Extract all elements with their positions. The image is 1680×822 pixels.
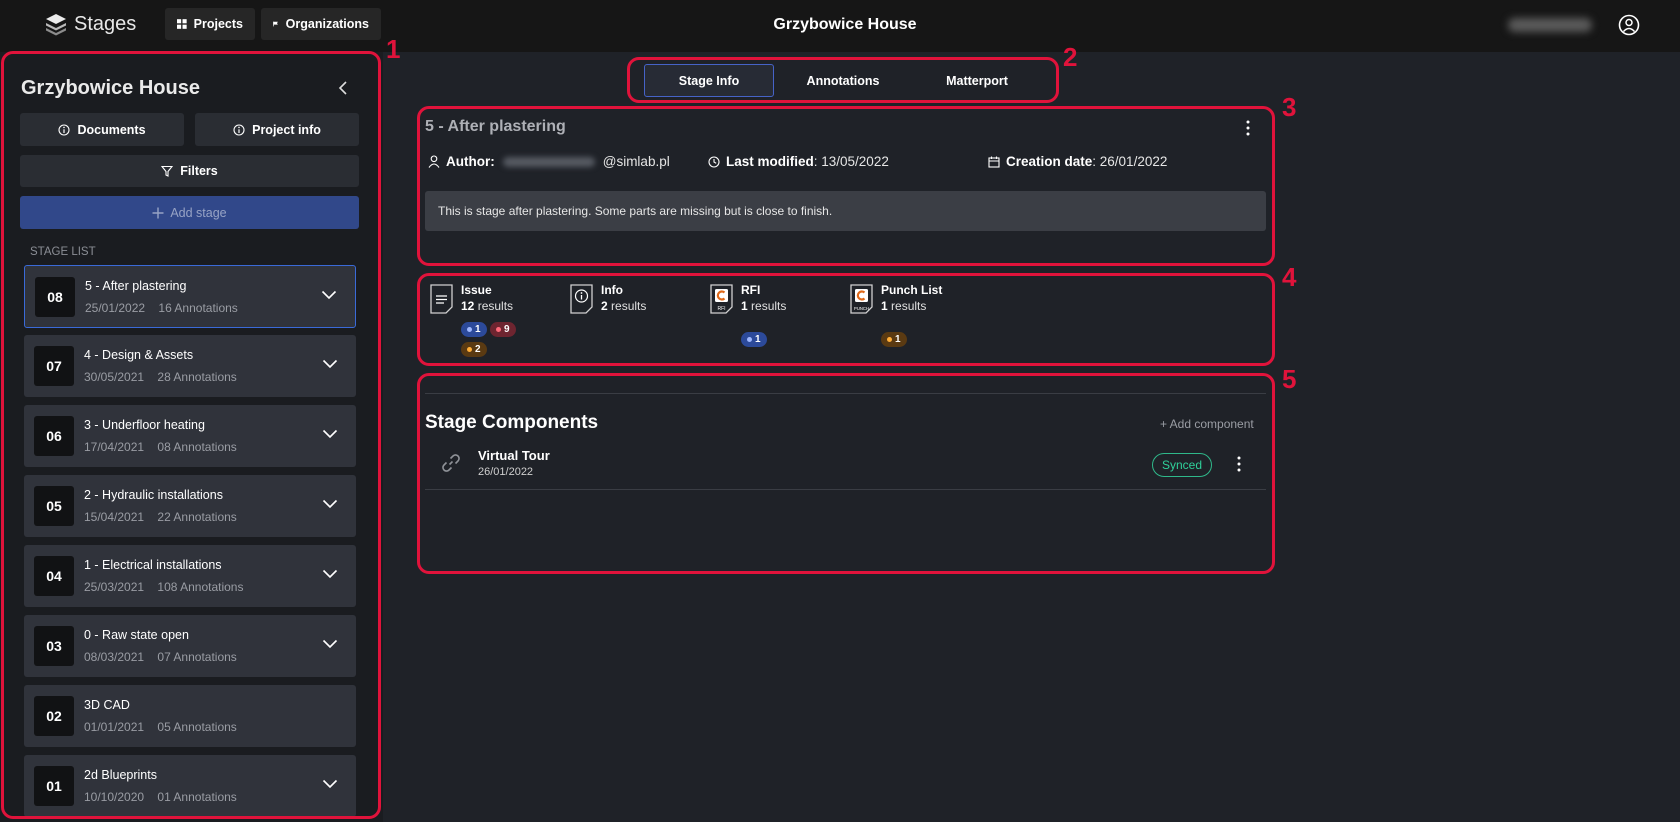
annotation-number-3: 3 [1282, 92, 1297, 122]
annotation-number-5: 5 [1282, 364, 1297, 394]
annotation-number-1: 1 [386, 34, 401, 64]
annotation-number-2: 2 [1063, 42, 1078, 72]
page-title: Grzybowice House [773, 16, 917, 33]
user-account-icon[interactable] [1618, 14, 1640, 36]
annotation-box-3 [417, 106, 1275, 266]
top-bar: Stages Projects Organizations Grzybowice… [0, 0, 1680, 52]
user-name-blurred [1508, 18, 1592, 32]
annotation-box-4 [417, 273, 1275, 366]
annotation-box-5 [417, 373, 1275, 574]
annotation-box-2 [627, 57, 1059, 103]
annotation-box-1 [1, 51, 381, 819]
annotation-number-4: 4 [1282, 262, 1297, 292]
